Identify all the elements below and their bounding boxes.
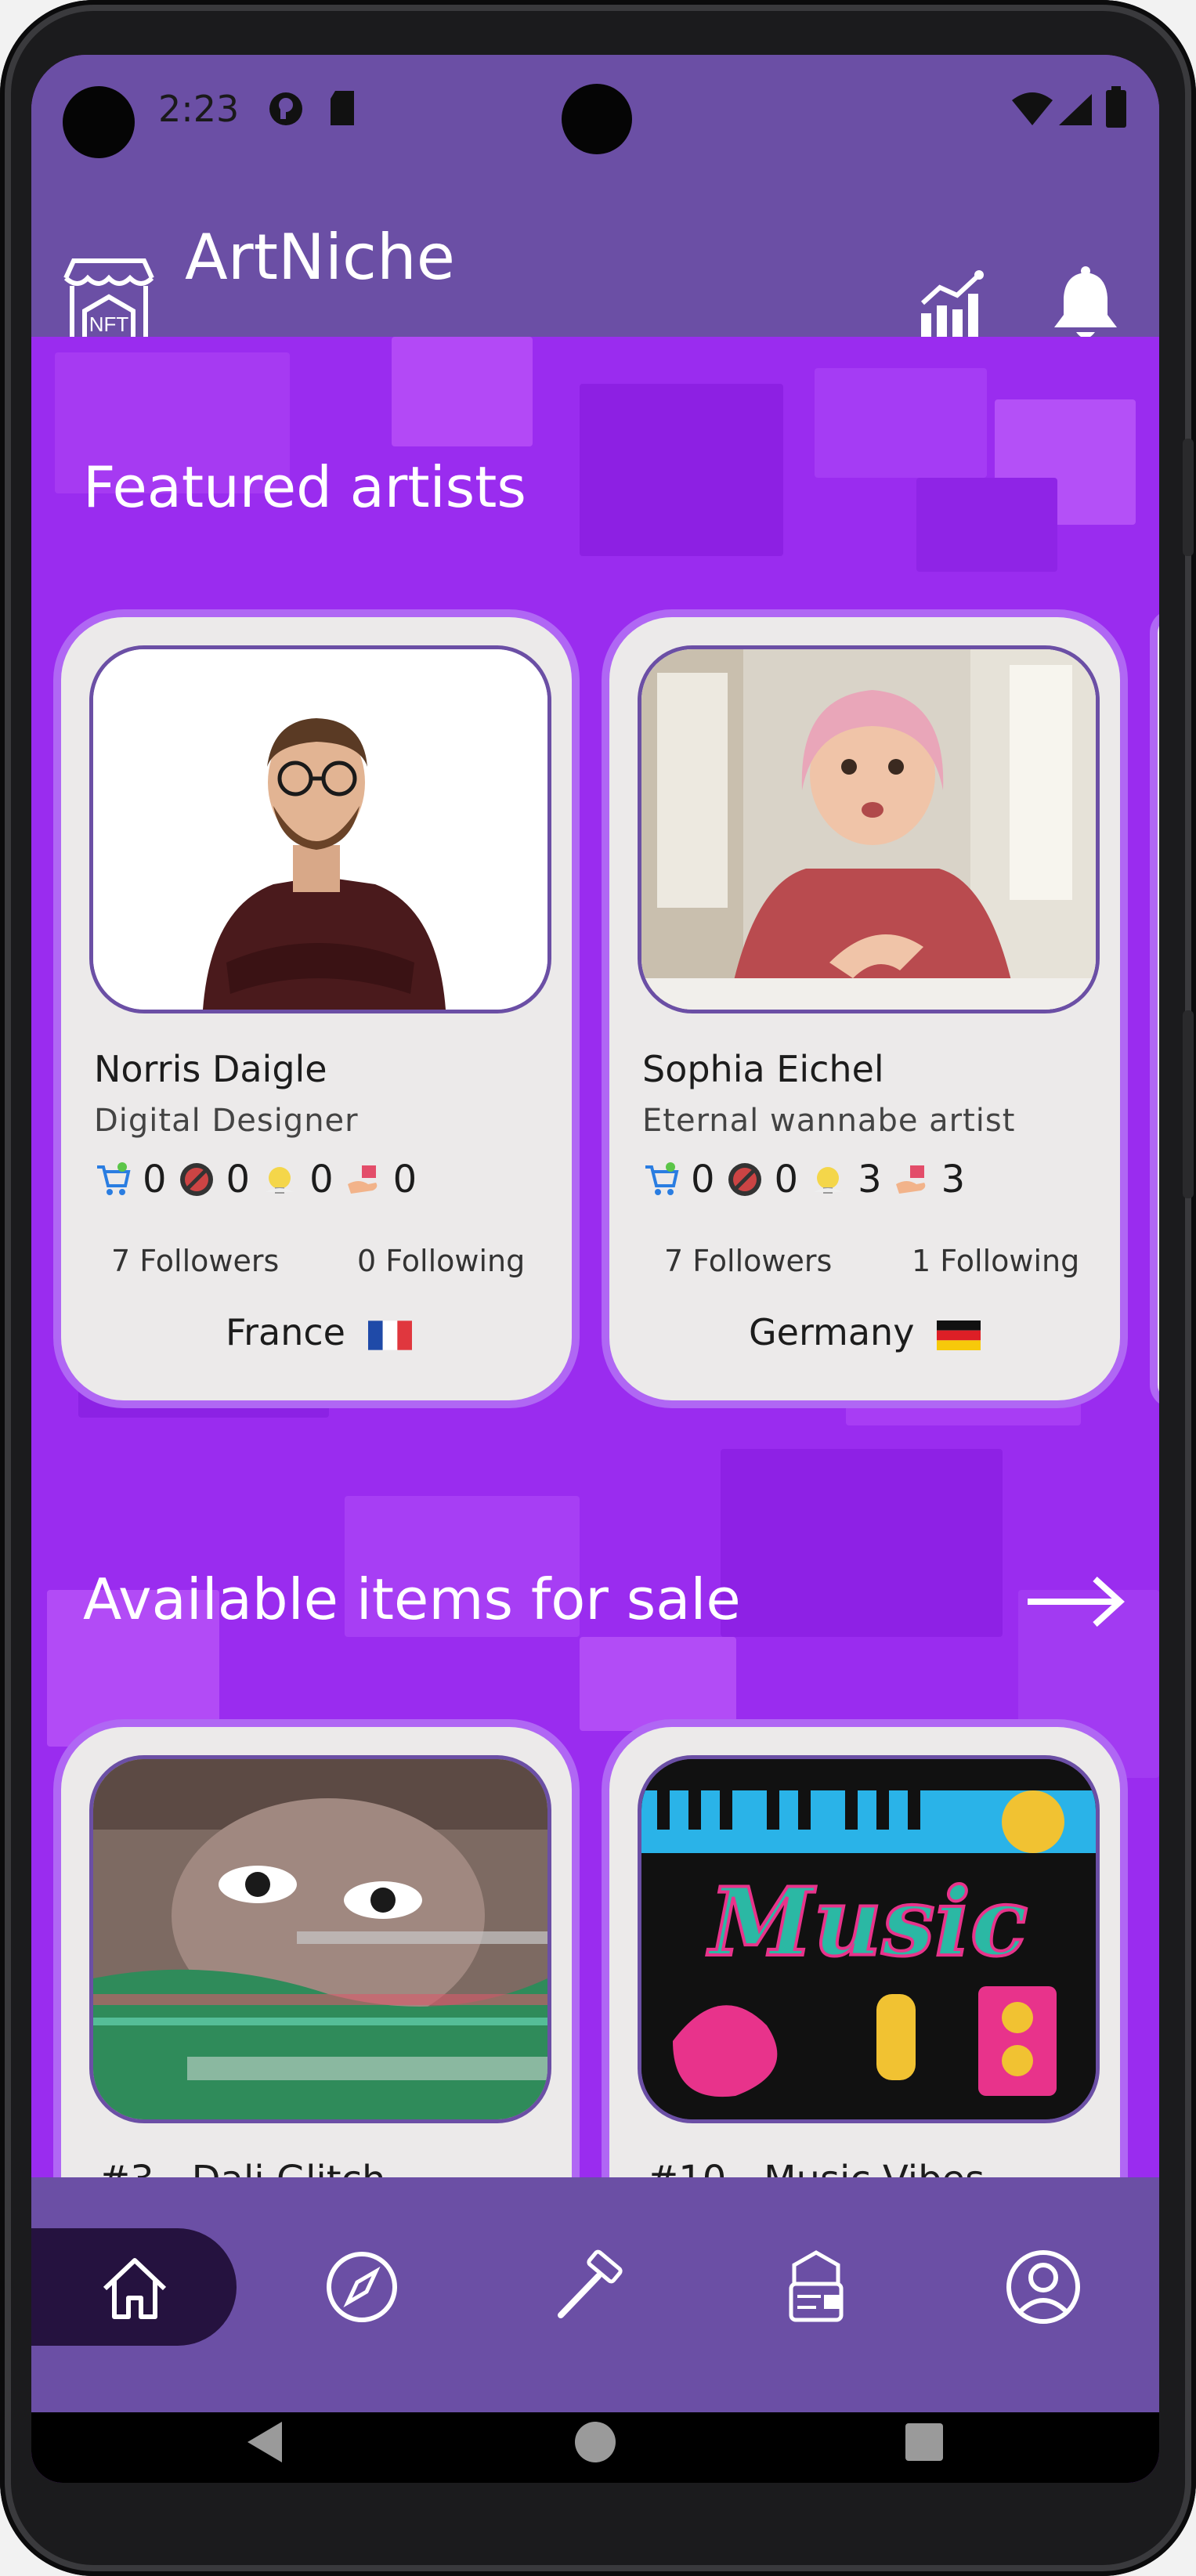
back-icon[interactable] (243, 2419, 290, 2466)
artist-name: Norris Daigle (94, 1048, 327, 1090)
artist-stats: 0 0 3 3 (642, 1158, 965, 1201)
home-circle-icon[interactable] (572, 2419, 619, 2466)
followers-count[interactable]: 7 Followers (664, 1244, 832, 1278)
sold-badge-icon (179, 1163, 213, 1196)
items-for-sale-title: Available items for sale (83, 1566, 741, 1632)
app-title: ArtNiche (185, 221, 455, 294)
stat-gifted: 0 (392, 1158, 417, 1201)
power-button (1183, 1010, 1194, 1198)
compass-icon[interactable] (323, 2248, 401, 2326)
sale-item-card[interactable]: #3 - Dali Glitch (61, 1727, 572, 2177)
item-image: Music (638, 1755, 1100, 2123)
hammer-icon[interactable] (550, 2248, 628, 2326)
analytics-icon[interactable] (916, 270, 987, 341)
artist-card[interactable]: Sophia Eichel Eternal wannabe artist 0 0… (609, 617, 1120, 1400)
bell-icon[interactable] (1050, 266, 1122, 345)
front-camera-left (63, 86, 135, 158)
artist-role: Eternal wannabe artist (642, 1103, 1016, 1139)
profile-icon[interactable] (1004, 2248, 1082, 2326)
artist-role: Digital Designer (94, 1103, 359, 1139)
gift-hand-icon (347, 1165, 377, 1194)
cart-icon (645, 1162, 679, 1195)
item-title: #10 - Music Vibes (647, 2158, 985, 2177)
recents-icon[interactable] (901, 2419, 948, 2466)
artist-name: Sophia Eichel (642, 1048, 884, 1090)
stat-bought: 0 (691, 1158, 715, 1201)
following-count[interactable]: 1 Following (912, 1244, 1079, 1278)
app-bar: NFT ArtNiche (31, 172, 1159, 355)
screen: 2:23 NFT ArtNiche Featured artists Norri… (31, 55, 1159, 2483)
status-bar: 2:23 (31, 55, 1159, 172)
stat-gifted: 3 (941, 1158, 966, 1201)
stat-sold: 0 (226, 1158, 251, 1201)
phone-frame: 2:23 NFT ArtNiche Featured artists Norri… (0, 0, 1196, 2576)
nft-wallet-icon[interactable] (777, 2248, 855, 2326)
artist-country: Germany (749, 1311, 981, 1353)
country-name: Germany (749, 1311, 915, 1353)
idea-icon (814, 1167, 843, 1194)
item-image (89, 1755, 551, 2123)
notification-app-icon (269, 92, 302, 125)
front-camera (562, 84, 632, 154)
sold-badge-icon (728, 1163, 761, 1196)
battery-icon (1106, 86, 1126, 128)
stat-sold: 0 (774, 1158, 799, 1201)
arrow-right-icon[interactable] (1024, 1574, 1126, 1629)
france-flag-icon (367, 1320, 412, 1350)
country-name: France (226, 1311, 345, 1353)
volume-button (1183, 439, 1194, 556)
system-navigation-bar (31, 2412, 1159, 2483)
sd-card-icon (331, 91, 354, 125)
cart-icon (97, 1162, 131, 1195)
germany-flag-icon (937, 1320, 981, 1350)
bottom-navigation (31, 2177, 1159, 2412)
artist-photo (638, 645, 1100, 1013)
sale-item-card[interactable]: Music #10 - Music Vibes (609, 1727, 1120, 2177)
svg-text:Music: Music (706, 1867, 1028, 1978)
featured-artists-title: Featured artists (83, 454, 526, 520)
artist-card-partial (1158, 617, 1159, 1400)
gift-hand-icon (895, 1165, 925, 1194)
wifi-icon (1012, 92, 1053, 125)
idea-icon (266, 1167, 294, 1194)
status-time: 2:23 (158, 88, 240, 130)
home-icon[interactable] (96, 2248, 174, 2326)
stat-created: 0 (309, 1158, 334, 1201)
main-content: Featured artists Norris Daigle Digital D… (31, 337, 1159, 2177)
artist-country: France (226, 1311, 412, 1353)
stat-bought: 0 (143, 1158, 167, 1201)
item-title: #3 - Dali Glitch (99, 2158, 385, 2177)
followers-count[interactable]: 7 Followers (111, 1244, 279, 1278)
artist-photo (89, 645, 551, 1013)
following-count[interactable]: 0 Following (357, 1244, 525, 1278)
artist-card[interactable]: Norris Daigle Digital Designer 0 0 0 0 7… (61, 617, 572, 1400)
stat-created: 3 (858, 1158, 882, 1201)
signal-icon (1059, 94, 1092, 125)
svg-text:NFT: NFT (89, 313, 129, 336)
artist-stats: 0 0 0 0 (94, 1158, 417, 1201)
